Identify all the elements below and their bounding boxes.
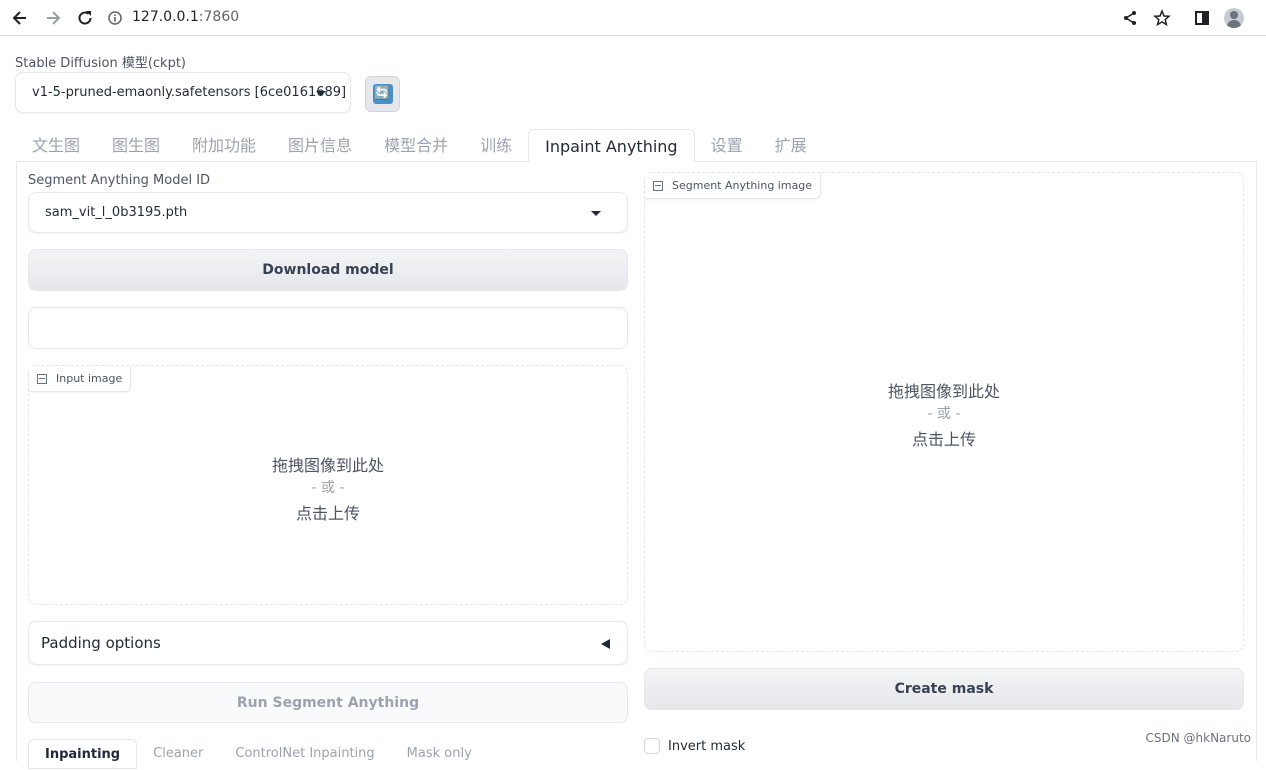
url-host: 127.0.0.1 [132,9,199,25]
tab-checkpoint-merger[interactable]: 模型合并 [368,129,464,162]
browser-toolbar: 127.0.0.1:7860 [0,0,1266,36]
tab-png-info[interactable]: 图片信息 [272,129,368,162]
segment-image-label: Segment Anything image [672,179,813,192]
create-mask-button[interactable]: Create mask [644,668,1244,710]
url-text: 127.0.0.1:7860 [132,9,239,25]
sam-model-dropdown[interactable]: sam_vit_l_0b3195.pth [28,192,628,233]
forward-arrow-icon[interactable] [41,6,65,30]
checkpoint-label: Stable Diffusion 模型(ckpt) [15,56,187,71]
tab-controlnet-inpainting[interactable]: ControlNet Inpainting [219,739,390,769]
invert-mask-row: Invert mask [644,738,745,754]
main-tabs: 文生图 图生图 附加功能 图片信息 模型合并 训练 Inpaint Anythi… [16,129,823,162]
status-textbox[interactable] [28,307,628,349]
share-icon[interactable] [1118,6,1142,30]
watermark: CSDN @hkNaruto [1145,731,1252,745]
tab-extensions[interactable]: 扩展 [759,129,823,162]
image-icon [37,373,47,384]
side-panel-icon[interactable] [1190,6,1214,30]
info-icon[interactable] [108,10,122,25]
tab-train[interactable]: 训练 [464,129,528,162]
reload-icon[interactable] [73,6,97,30]
click-upload-text: 点击上传 [911,430,976,449]
chevron-down-icon [591,211,601,216]
drop-or-text: - 或 - [311,480,345,496]
invert-mask-label: Invert mask [668,738,746,754]
padding-options-label: Padding options [41,634,161,652]
profile-avatar-icon[interactable] [1222,6,1246,30]
tab-settings[interactable]: 设置 [695,129,759,162]
input-image-label: Input image [56,372,123,385]
segment-anything-image-dropzone[interactable]: Segment Anything image 拖拽图像到此处 - 或 - 点击上… [644,172,1244,652]
run-segment-anything-button[interactable]: Run Segment Anything [28,682,628,723]
invert-mask-checkbox[interactable] [644,738,660,754]
tab-inpaint-anything[interactable]: Inpaint Anything [528,129,695,162]
checkpoint-dropdown[interactable]: v1-5-pruned-emaonly.safetensors [6ce0161… [15,72,351,113]
image-icon [653,180,663,191]
collapse-arrow-icon [601,639,610,649]
download-model-button[interactable]: Download model [28,249,628,291]
tab-inpainting[interactable]: Inpainting [28,739,138,769]
padding-options-accordion[interactable]: Padding options [28,621,628,665]
drop-hint: 拖拽图像到此处 [271,456,384,475]
address-bar[interactable]: 127.0.0.1:7860 [108,3,1108,31]
sam-model-label: Segment Anything Model ID [28,173,211,188]
refresh-checkpoint-button[interactable]: 🔄 [365,76,400,112]
drop-hint: 拖拽图像到此处 [887,382,1000,401]
tab-extras[interactable]: 附加功能 [176,129,272,162]
tab-cleaner[interactable]: Cleaner [137,739,219,769]
input-image-dropzone[interactable]: Input image 拖拽图像到此处 - 或 - 点击上传 [28,365,628,605]
checkpoint-value: v1-5-pruned-emaonly.safetensors [6ce0161… [32,85,347,100]
tab-img2img[interactable]: 图生图 [96,129,176,162]
refresh-icon: 🔄 [372,84,393,104]
tab-txt2img[interactable]: 文生图 [16,129,96,162]
drop-or-text: - 或 - [927,406,961,422]
chevron-down-icon [316,91,326,96]
tab-mask-only[interactable]: Mask only [391,739,488,769]
click-upload-text: 点击上传 [295,504,360,523]
segment-image-badge: Segment Anything image [645,173,822,199]
input-image-badge: Input image [29,366,132,392]
sam-model-value: sam_vit_l_0b3195.pth [45,205,188,220]
bookmark-star-icon[interactable] [1150,6,1174,30]
mode-tabs: Inpainting Cleaner ControlNet Inpainting… [28,739,488,769]
url-port: :7860 [198,9,240,25]
back-arrow-icon[interactable] [8,6,32,30]
